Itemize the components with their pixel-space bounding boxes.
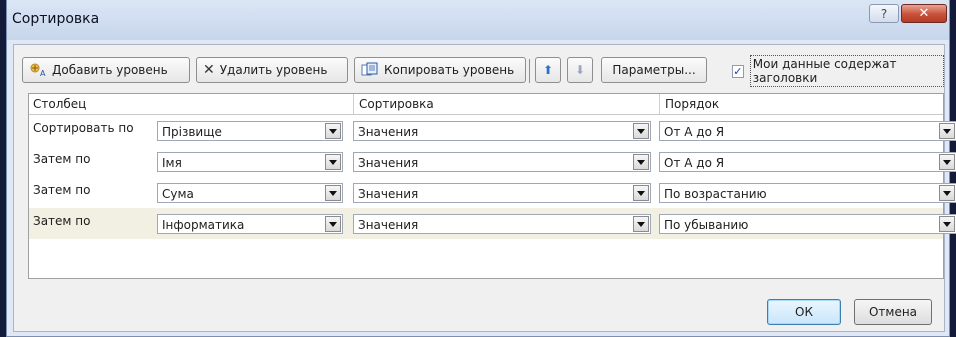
copy-icon [361,62,378,76]
add-level-icon: A [30,63,46,78]
move-down-button[interactable]: ⬇ [567,57,593,83]
order-select-value: От А до Я [664,125,725,139]
sort-on-select[interactable]: Значения [353,152,651,172]
dialog-body: A Добавить уровень ✕ Удалить уровень Коп… [13,44,956,332]
sort-levels-grid: Столбец Сортировка Порядок Сортировать п… [28,93,956,279]
sort-level-row-selected[interactable]: Затем по Інформатика Значения По убывани… [29,208,956,239]
sort-level-row[interactable]: Затем по Сума Значения По возрастанию [29,177,956,208]
arrow-up-icon: ⬆ [542,63,554,77]
order-select[interactable]: От А до Я [659,152,956,172]
order-select[interactable]: По убыванию [659,214,956,234]
header-order: Порядок [665,97,720,111]
order-select-value: По убыванию [664,218,749,232]
column-select[interactable]: Прізвище [157,121,343,141]
copy-level-button[interactable]: Копировать уровень [354,57,526,83]
dropdown-arrow-icon[interactable] [633,185,649,201]
column-select[interactable]: Інформатика [157,214,343,234]
dropdown-arrow-icon[interactable] [325,216,341,232]
grid-header: Столбец Сортировка Порядок [29,94,943,115]
header-column: Столбец [33,97,87,111]
dropdown-arrow-icon[interactable] [939,216,955,232]
sort-on-select[interactable]: Значения [353,183,651,203]
header-divider [659,94,660,114]
column-select-value: Імя [162,156,182,170]
window-title: Сортировка [12,11,100,27]
dropdown-arrow-icon[interactable] [325,123,341,139]
row-label: Затем по [33,214,91,228]
delete-level-label: Удалить уровень [219,63,328,77]
help-icon: ? [880,6,888,21]
row-label: Затем по [33,152,91,166]
sort-on-select-value: Значения [358,125,419,139]
sort-on-select[interactable]: Значения [353,121,651,141]
arrow-down-icon: ⬇ [574,63,586,77]
delete-level-button[interactable]: ✕ Удалить уровень [196,57,348,83]
cancel-button[interactable]: Отмена [854,299,932,325]
has-headers-control[interactable]: ✓ Мои данные содержат заголовки [732,55,944,87]
column-select-value: Прізвище [162,125,222,139]
header-divider [353,94,354,114]
order-select[interactable]: От А до Я [659,121,956,141]
delete-icon: ✕ [203,62,215,78]
sort-on-select-value: Значения [358,156,419,170]
column-select-value: Інформатика [162,218,245,232]
dropdown-arrow-icon[interactable] [633,154,649,170]
add-level-label: Добавить уровень [52,63,168,77]
toolbar-separator [529,59,530,83]
column-select[interactable]: Імя [157,152,343,172]
column-select-value: Сума [162,187,194,201]
move-up-button[interactable]: ⬆ [535,57,561,83]
ok-button[interactable]: ОК [767,299,841,325]
sort-on-select-value: Значения [358,218,419,232]
dropdown-arrow-icon[interactable] [325,185,341,201]
sort-on-select[interactable]: Значения [353,214,651,234]
options-button[interactable]: Параметры... [601,57,707,83]
sort-level-row[interactable]: Затем по Імя Значения От А до Я [29,146,956,177]
row-label: Затем по [33,183,91,197]
close-button[interactable]: ✕ [901,4,947,23]
sort-on-select-value: Значения [358,187,419,201]
has-headers-checkbox[interactable]: ✓ [732,64,744,78]
column-select[interactable]: Сума [157,183,343,203]
dropdown-arrow-icon[interactable] [939,185,955,201]
order-select[interactable]: По возрастанию [659,183,956,203]
title-bar[interactable]: Сортировка ? ✕ [7,0,949,40]
sort-dialog-window: Сортировка ? ✕ A Добавить уровень ✕ Удал… [6,0,956,337]
help-button[interactable]: ? [869,4,899,23]
sort-level-row[interactable]: Сортировать по Прізвище Значения От А до… [29,115,956,146]
has-headers-label[interactable]: Мои данные содержат заголовки [749,55,944,87]
checkmark-icon: ✓ [733,64,743,78]
svg-text:A: A [40,69,46,78]
dropdown-arrow-icon[interactable] [325,154,341,170]
toolbar: A Добавить уровень ✕ Удалить уровень Коп… [14,55,944,87]
dropdown-arrow-icon[interactable] [633,216,649,232]
header-sort-on: Сортировка [359,97,434,111]
options-label: Параметры... [612,63,696,77]
copy-level-label: Копировать уровень [384,63,515,77]
dropdown-arrow-icon[interactable] [939,154,955,170]
close-icon: ✕ [918,6,930,21]
dropdown-arrow-icon[interactable] [633,123,649,139]
add-level-button[interactable]: A Добавить уровень [22,57,190,83]
dropdown-arrow-icon[interactable] [939,123,955,139]
row-label: Сортировать по [33,121,134,135]
order-select-value: От А до Я [664,156,725,170]
order-select-value: По возрастанию [664,187,767,201]
